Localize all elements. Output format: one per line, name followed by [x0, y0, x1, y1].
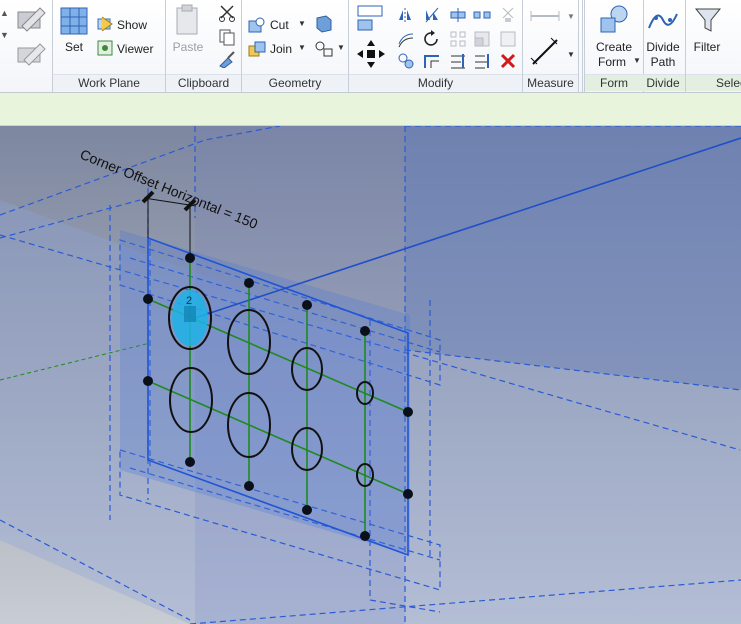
create-form-icon[interactable] — [597, 4, 629, 34]
join-geometry-button[interactable]: Join — [270, 42, 292, 56]
set-work-plane-icon[interactable] — [59, 6, 89, 36]
cut-geometry-button[interactable]: Cut — [270, 18, 289, 32]
scale-icon[interactable] — [473, 30, 491, 48]
split-element-icon[interactable] — [449, 6, 467, 24]
edit-icon[interactable] — [14, 4, 48, 34]
rotate-icon[interactable] — [423, 30, 441, 48]
paste-icon[interactable] — [174, 4, 202, 38]
cut-scissors-icon[interactable] — [218, 4, 236, 22]
show-icon[interactable] — [97, 16, 113, 32]
aligned-dimension-icon[interactable] — [529, 36, 561, 68]
panel-label-divide: Divide — [641, 74, 685, 91]
panel-label-modify: Modify — [349, 74, 522, 91]
split-face-icon[interactable] — [314, 14, 334, 34]
join-dropdown-icon[interactable]: ▼ — [298, 43, 306, 52]
copy-icon[interactable] — [218, 28, 236, 46]
match-properties-icon[interactable] — [218, 50, 236, 68]
move-icon[interactable] — [355, 38, 387, 70]
cut-dropdown-icon[interactable]: ▼ — [298, 19, 306, 28]
measure-dropdown-icon[interactable]: ▼ — [567, 12, 575, 21]
trim-single-icon[interactable] — [473, 52, 491, 70]
panel-geometry: Cut ▼ Join ▼ ▼ Geometry — [242, 0, 349, 92]
panel-form: Create Form ▼ Form — [582, 0, 644, 92]
pin-icon[interactable] — [499, 30, 517, 48]
panel-work-plane: Set Show Viewer Work Plane — [53, 0, 166, 92]
panel-label-work-plane: Work Plane — [53, 74, 165, 91]
trim-multiple-icon[interactable] — [449, 52, 467, 70]
show-button[interactable]: Show — [117, 18, 147, 32]
join-geometry-icon[interactable] — [248, 40, 266, 58]
divide-path-button-line2[interactable]: Path — [641, 55, 685, 69]
split-gap-icon[interactable] — [473, 6, 491, 24]
divide-path-button[interactable]: Divide — [641, 40, 685, 54]
panel-label-clipboard: Clipboard — [166, 74, 241, 91]
panel-modify: Modify — [349, 0, 523, 92]
divide-path-icon[interactable] — [647, 6, 679, 36]
model-view[interactable]: 2 Corner Offset Horizontal = 150 — [0, 126, 741, 624]
panel-label-form: Form — [585, 74, 643, 91]
offset-icon[interactable] — [397, 30, 415, 48]
mirror-draw-icon[interactable] — [423, 6, 441, 24]
unpin-icon[interactable] — [499, 6, 517, 24]
options-bar — [0, 93, 741, 126]
array-icon[interactable] — [449, 30, 467, 48]
filter-icon[interactable] — [694, 6, 722, 34]
cut-geometry-icon[interactable] — [248, 16, 266, 34]
paste-button[interactable]: Paste — [170, 40, 206, 54]
selected-opening-core — [184, 306, 196, 322]
mirror-axis-icon[interactable] — [397, 6, 415, 24]
viewer-button[interactable]: Viewer — [117, 42, 153, 56]
copy-element-icon[interactable] — [397, 52, 415, 70]
set-button-label[interactable]: Set — [59, 40, 89, 54]
dimension-dropdown-icon[interactable]: ▼ — [567, 50, 575, 59]
panel-partial: ▲ ▼ — [0, 0, 53, 92]
panel-label-select: Selec — [686, 74, 741, 91]
shapes-icon[interactable] — [314, 40, 334, 58]
panel-label-geometry: Geometry — [242, 74, 348, 91]
panel-clipboard: Paste Clipboard — [166, 0, 242, 92]
scroll-down-icon[interactable]: ▼ — [0, 30, 9, 44]
control-number: 2 — [186, 295, 192, 307]
ribbon: ▲ ▼ Set Show Viewer Work Plane Paste Cli… — [0, 0, 741, 93]
panel-label-measure: Measure — [523, 74, 578, 91]
delete-icon[interactable] — [499, 52, 517, 70]
align-icon[interactable] — [355, 4, 385, 34]
scroll-up-icon[interactable]: ▲ — [0, 8, 9, 22]
create-form-dropdown-icon[interactable]: ▼ — [633, 56, 641, 65]
panel-divide: Divide Path Divide — [641, 0, 686, 92]
create-form-button[interactable]: Create — [587, 40, 641, 54]
panel-measure: ▼ ▼ Measure — [523, 0, 579, 92]
3d-viewport[interactable]: 2 Corner Offset Horizontal = 150 — [0, 126, 741, 624]
panel-select: Filter Selec — [686, 0, 741, 92]
viewer-icon[interactable] — [97, 40, 113, 56]
shapes-dropdown-icon[interactable]: ▼ — [337, 43, 345, 52]
create-form-button-line2[interactable]: Form — [585, 55, 639, 69]
filter-button[interactable]: Filter — [686, 40, 728, 54]
edit-secondary-icon[interactable] — [14, 40, 48, 68]
trim-extend-icon[interactable] — [423, 52, 441, 70]
measure-distance-icon[interactable] — [529, 8, 563, 24]
box-side-plane — [405, 126, 741, 390]
